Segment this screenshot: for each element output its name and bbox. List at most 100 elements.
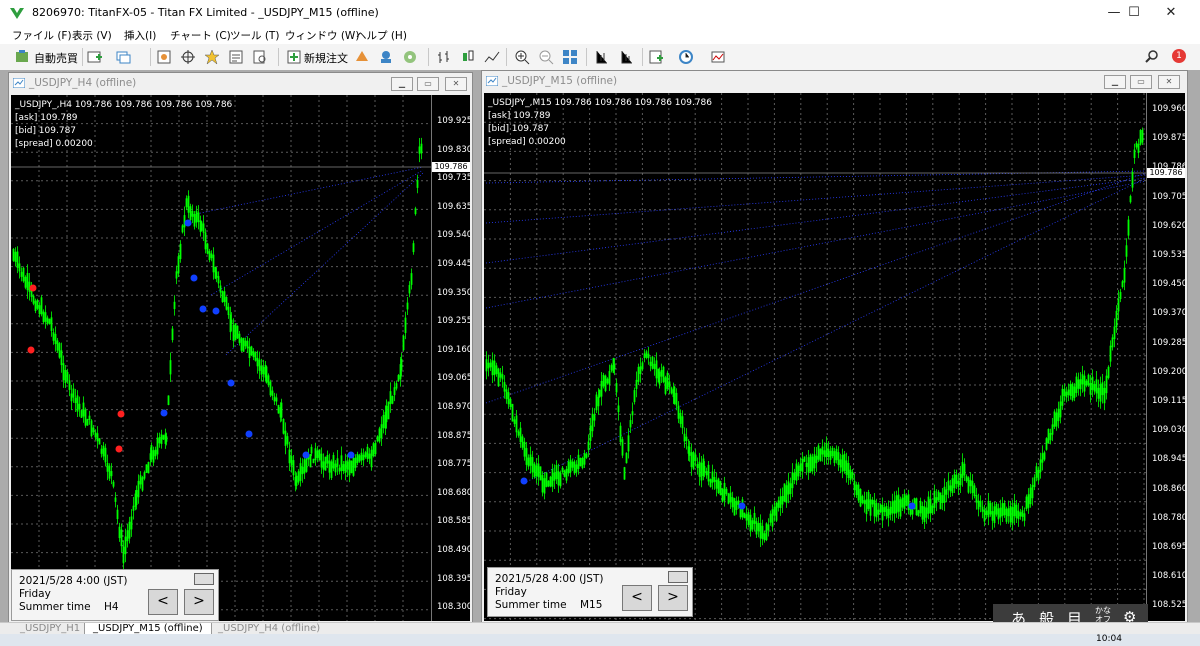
menu-view[interactable]: 表示 (V) <box>72 28 112 43</box>
price-tick: 109.735 <box>437 173 470 184</box>
candle <box>779 496 782 508</box>
templates-icon[interactable] <box>710 49 726 65</box>
periods-icon[interactable] <box>678 49 694 65</box>
chart-restore-button[interactable]: ▭ <box>417 77 439 91</box>
candle <box>600 381 603 397</box>
price-chart-h4[interactable] <box>11 95 431 621</box>
candle <box>1013 502 1016 517</box>
chart-window-m15[interactable]: _USDJPY_M15 (offline) ▁ ▭ ✕ 109.960 109.8… <box>481 70 1188 624</box>
chart-window-title-bar[interactable]: _USDJPY_H4 (offline) ▁ ▭ ✕ <box>9 73 472 93</box>
experts-icon[interactable] <box>378 49 394 65</box>
ask-price: [ask] 109.789 <box>15 113 78 123</box>
bar-chart-icon[interactable] <box>436 49 452 65</box>
chart-minimize-button[interactable]: ▁ <box>1104 75 1126 89</box>
toolbar-separator <box>428 48 429 66</box>
candle <box>32 295 35 304</box>
auto-trade-button[interactable]: 自動売買 <box>34 50 78 68</box>
price-tick: 109.535 <box>1152 250 1185 260</box>
crosshair-icon[interactable] <box>180 49 196 65</box>
price-tick: 109.065 <box>437 373 470 384</box>
prev-button[interactable]: < <box>622 585 652 611</box>
candle <box>1139 130 1142 145</box>
terminal-icon[interactable] <box>228 49 244 65</box>
menu-window[interactable]: ウィンドウ (W) <box>285 28 359 43</box>
candle <box>1113 326 1116 340</box>
price-tick: 108.395 <box>437 573 470 584</box>
candle <box>859 488 862 507</box>
candle <box>416 180 419 188</box>
menu-insert[interactable]: 挿入(I) <box>124 28 156 43</box>
candle <box>1099 383 1102 402</box>
candle <box>356 453 359 464</box>
new-chart-icon[interactable] <box>86 49 102 65</box>
candle <box>696 464 699 469</box>
menu-tools[interactable]: ツール (T) <box>230 28 279 43</box>
candle <box>897 494 900 512</box>
candle <box>145 464 148 473</box>
close-button[interactable]: ✕ <box>1152 0 1190 26</box>
navigator-icon[interactable] <box>204 49 220 65</box>
next-button[interactable]: > <box>184 589 214 615</box>
new-order-button[interactable]: 新規注文 <box>304 50 348 68</box>
candle <box>690 452 693 468</box>
auto-scroll-icon[interactable] <box>594 49 610 65</box>
candle <box>258 359 261 371</box>
chart-restore-button[interactable]: ▭ <box>1130 75 1152 89</box>
chart-window-h4[interactable]: _USDJPY_H4 (offline) ▁ ▭ ✕ 109.925 109.83… <box>8 72 473 624</box>
info-minimize-button[interactable] <box>668 571 688 583</box>
candle <box>519 427 522 443</box>
zoom-out-icon[interactable] <box>538 49 554 65</box>
toolbar: 自動売買 新規注文 1 <box>0 44 1200 71</box>
tile-windows-icon[interactable] <box>562 49 578 65</box>
prev-button[interactable]: < <box>148 589 178 615</box>
price-tick: 109.830 <box>437 144 470 155</box>
menu-file[interactable]: ファイル (F) <box>12 28 72 43</box>
candle <box>372 443 375 457</box>
candle <box>527 457 530 467</box>
search-icon[interactable] <box>1144 49 1160 65</box>
maximize-button[interactable]: ☐ <box>1115 0 1153 26</box>
indicators-icon[interactable] <box>648 49 664 65</box>
signals-icon[interactable] <box>402 49 418 65</box>
candle <box>489 362 492 368</box>
chart-shift-icon[interactable] <box>618 49 634 65</box>
candle <box>961 462 964 478</box>
next-button[interactable]: > <box>658 585 688 611</box>
info-minimize-button[interactable] <box>194 573 214 585</box>
candle <box>655 360 658 379</box>
candle <box>1011 507 1014 524</box>
menu-chart[interactable]: チャート (C) <box>170 28 231 43</box>
market-watch-icon[interactable] <box>156 49 172 65</box>
candle <box>831 447 834 457</box>
meta-editor-icon[interactable] <box>354 49 370 65</box>
chart-close-button[interactable]: ✕ <box>1158 75 1180 89</box>
candle <box>755 521 758 535</box>
candle <box>380 424 383 439</box>
chart-area-h4[interactable]: 109.925 109.830 109.735 109.635 109.540 109.4… <box>11 95 470 621</box>
zoom-in-icon[interactable] <box>514 49 530 65</box>
chart-overlay-m15: _USDJPY_,M15 109.786 109.786 109.786 109… <box>488 97 712 149</box>
candle <box>1061 388 1064 406</box>
candle <box>360 452 363 461</box>
tester-icon[interactable] <box>252 49 268 65</box>
candle <box>943 486 946 503</box>
candle <box>206 243 209 254</box>
chart-window-title-bar[interactable]: _USDJPY_M15 (offline) ▁ ▭ ✕ <box>482 71 1187 91</box>
menu-help[interactable]: ヘルプ (H) <box>356 28 407 43</box>
candle <box>627 435 630 452</box>
candle <box>147 461 150 474</box>
candlestick-icon[interactable] <box>460 49 476 65</box>
candle <box>187 195 190 213</box>
chart-area-m15[interactable]: 109.960 109.875 109.786 109.705 109.620 109.5… <box>484 93 1185 621</box>
notification-badge[interactable]: 1 <box>1172 49 1186 63</box>
app-logo-icon <box>10 8 24 19</box>
candle <box>668 381 671 388</box>
chart-close-button[interactable]: ✕ <box>445 77 467 91</box>
price-tick: 109.445 <box>437 259 470 269</box>
profiles-icon[interactable] <box>116 49 132 65</box>
line-chart-icon[interactable] <box>484 49 500 65</box>
buy-signal-marker <box>908 502 916 510</box>
candle <box>397 375 400 381</box>
price-chart-m15[interactable] <box>484 93 1146 621</box>
chart-minimize-button[interactable]: ▁ <box>391 77 413 91</box>
